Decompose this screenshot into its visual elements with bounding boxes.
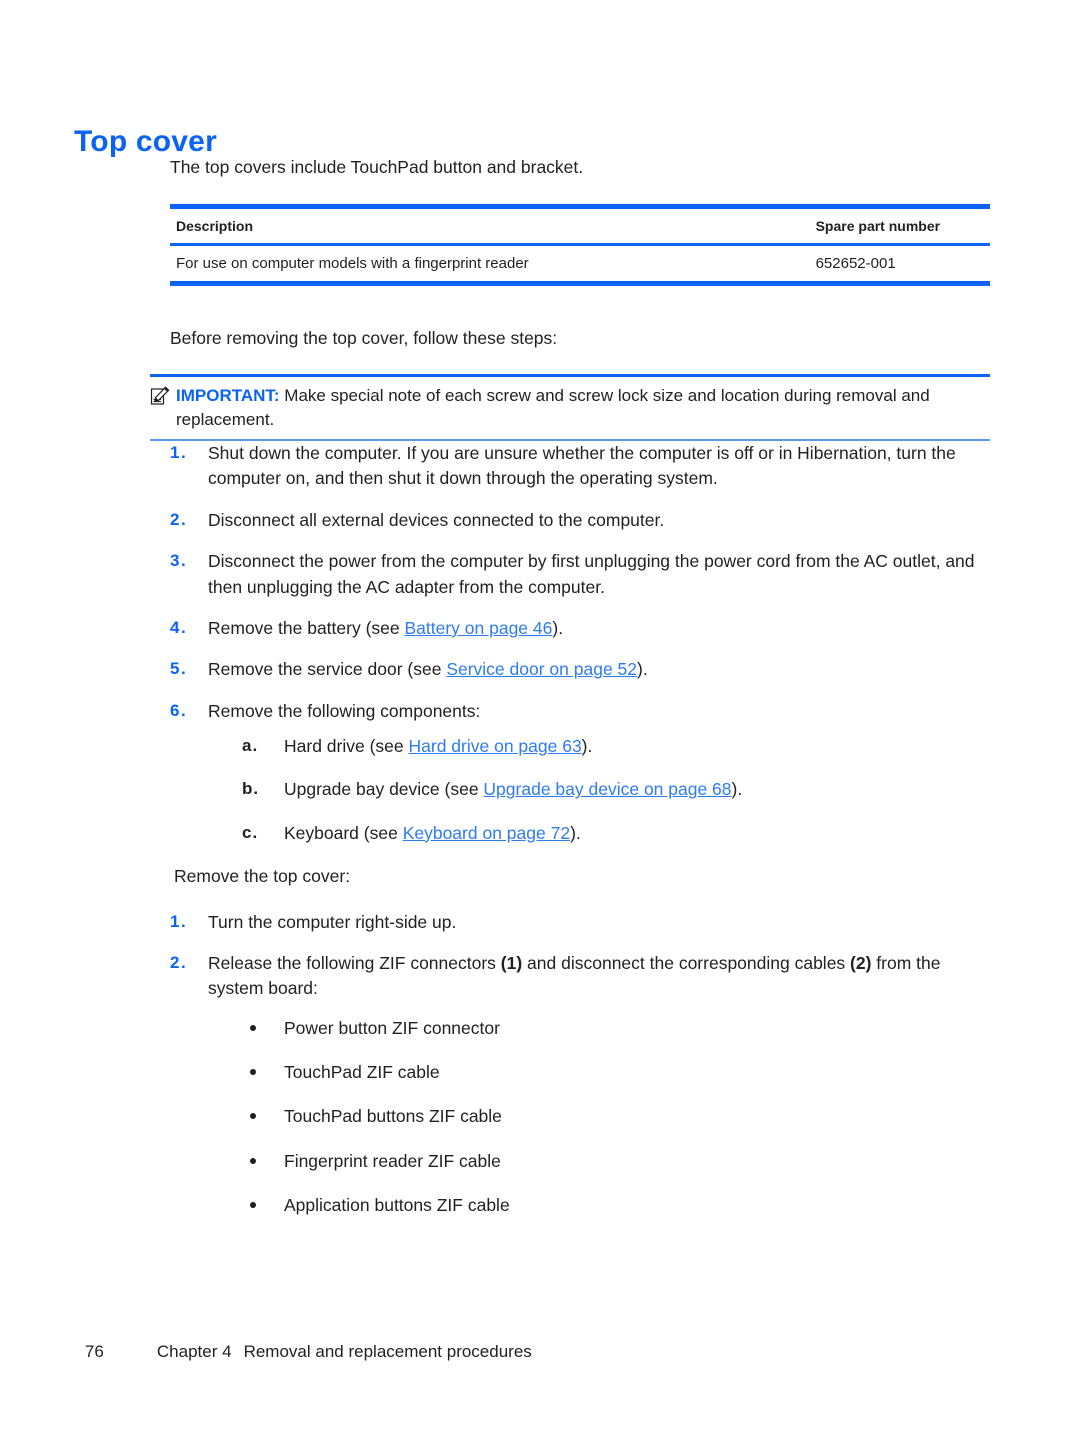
list-item-text: Shut down the computer. If you are unsur… [208,443,956,489]
list-item-text: Turn the computer right-side up. [208,911,457,932]
table-row: For use on computer models with a finger… [170,244,990,287]
list-item-text: Power button ZIF connector [284,1017,500,1038]
cross-reference-link-battery[interactable]: Battery on page 46 [404,618,552,638]
zif-connector-bullet-list: Power button ZIF connector TouchPad ZIF … [208,1016,990,1219]
list-item-text-after-link: ). [581,736,593,756]
preparation-steps-list: 1. Shut down the computer. If you are un… [170,441,990,890]
list-marker: 2. [170,509,188,529]
list-marker: c. [242,822,259,842]
list-item: c. Keyboard (see Keyboard on page 72). [242,821,990,846]
table-header-description: Description [170,209,810,247]
list-item: Application buttons ZIF cable [246,1193,990,1218]
list-item: TouchPad buttons ZIF cable [246,1104,990,1129]
list-item-text: TouchPad ZIF cable [284,1062,440,1082]
remove-top-cover-lead: Remove the top cover: [174,866,351,887]
footer-chapter-title: Removal and replacement procedures [243,1342,532,1361]
list-item-text-before-link: Remove the service door (see [208,659,447,680]
document-page: Top cover The top covers include TouchPa… [0,0,1080,1437]
note-pencil-icon [150,386,170,406]
list-item-text-after-link: ). [637,659,648,680]
callout-number-1: (1) [500,952,523,973]
page-content: The top covers include TouchPad button a… [150,155,990,1238]
table-cell-spare-part-number: 652652-001 [809,244,990,287]
list-item-text: Disconnect all external devices connecte… [208,509,665,530]
page-title: Top cover [74,125,217,159]
list-item-text-seg1: Release the following ZIF connectors [208,952,501,973]
cross-reference-link-hard-drive[interactable]: Hard drive on page 63 [409,736,582,756]
list-item: 6. Remove the following components: a. H… [170,699,990,890]
important-note: IMPORTANT: Make special note of each scr… [150,373,990,441]
list-item: Power button ZIF connector [246,1016,990,1041]
table-header-spare-part-number: Spare part number [809,209,990,247]
table-cell-description: For use on computer models with a finger… [170,244,810,287]
list-item-text-seg2: and disconnect the corresponding cables [522,952,851,973]
list-marker: 1. [170,911,188,931]
footer-page-number: 76 [84,1342,104,1361]
list-item: b. Upgrade bay device (see Upgrade bay d… [242,777,990,802]
page-footer: 76 Chapter 4 Removal and replacement proce… [66,1322,532,1382]
list-item-text-after-link: ). [731,779,743,800]
list-item-text-before-link: Hard drive (see [284,736,409,756]
list-item: 1. Shut down the computer. If you are un… [170,441,990,492]
cross-reference-link-upgrade-bay-device[interactable]: Upgrade bay device on page 68 [483,779,731,799]
list-marker: b. [242,779,260,799]
list-item-text-after-link: ). [570,822,581,843]
important-note-label: IMPORTANT: [176,385,280,405]
list-item: Fingerprint reader ZIF cable [246,1149,990,1174]
list-item-text: TouchPad buttons ZIF cable [284,1106,502,1127]
components-sublist: a. Hard drive (see Hard drive on page 63… [208,734,990,846]
list-marker: 1. [170,443,188,462]
cross-reference-link-service-door[interactable]: Service door on page 52 [446,659,637,679]
table-header-row: Description Spare part number [170,209,990,247]
footer-chapter: Chapter 4 [156,1342,232,1361]
before-steps-paragraph: Before removing the top cover, follow th… [170,328,558,349]
list-marker: 4. [170,617,188,637]
bullet-dot-icon [250,1024,256,1031]
list-item-text: Fingerprint reader ZIF cable [284,1150,501,1171]
list-item-text: Application buttons ZIF cable [284,1195,510,1216]
list-item: a. Hard drive (see Hard drive on page 63… [242,734,990,759]
list-item-text: Disconnect the power from the computer b… [208,551,975,597]
list-item: 2. Disconnect all external devices conne… [170,508,990,533]
callout-number-2: (2) [850,952,872,973]
list-item-text-before-link: Remove the battery (see [208,617,405,638]
removal-steps-list: 1. Turn the computer right-side up. 2. R… [170,910,990,1219]
list-item: 2. Release the following ZIF connectors … [170,951,990,1219]
list-item: TouchPad ZIF cable [246,1060,990,1085]
bullet-dot-icon [250,1157,256,1164]
list-item-text-before-link: Upgrade bay device (see [284,779,484,800]
list-item: 1. Turn the computer right-side up. [170,910,990,935]
spare-parts-table: Description Spare part number For use on… [170,204,990,287]
list-item-text-before-link: Keyboard (see [284,822,403,843]
list-marker: 6. [170,700,188,720]
bullet-dot-icon [250,1069,256,1075]
list-item-text-after-link: ). [552,617,564,638]
list-item-text: Remove the following components: [208,700,481,721]
intro-paragraph: The top covers include TouchPad button a… [170,157,584,177]
list-marker: 5. [170,659,188,679]
important-note-text: Make special note of each screw and scre… [176,385,930,429]
list-item: 3. Disconnect the power from the compute… [170,549,990,600]
cross-reference-link-keyboard[interactable]: Keyboard on page 72 [403,823,570,843]
list-marker: a. [242,736,259,755]
list-marker: 3. [170,551,188,571]
list-marker: 2. [170,952,188,972]
important-note-body: IMPORTANT: Make special note of each scr… [150,384,990,432]
list-item: 5. Remove the service door (see Service … [170,657,990,682]
bullet-dot-icon [250,1202,256,1209]
list-item: 4. Remove the battery (see Battery on pa… [170,616,990,641]
bullet-dot-icon [250,1113,256,1120]
